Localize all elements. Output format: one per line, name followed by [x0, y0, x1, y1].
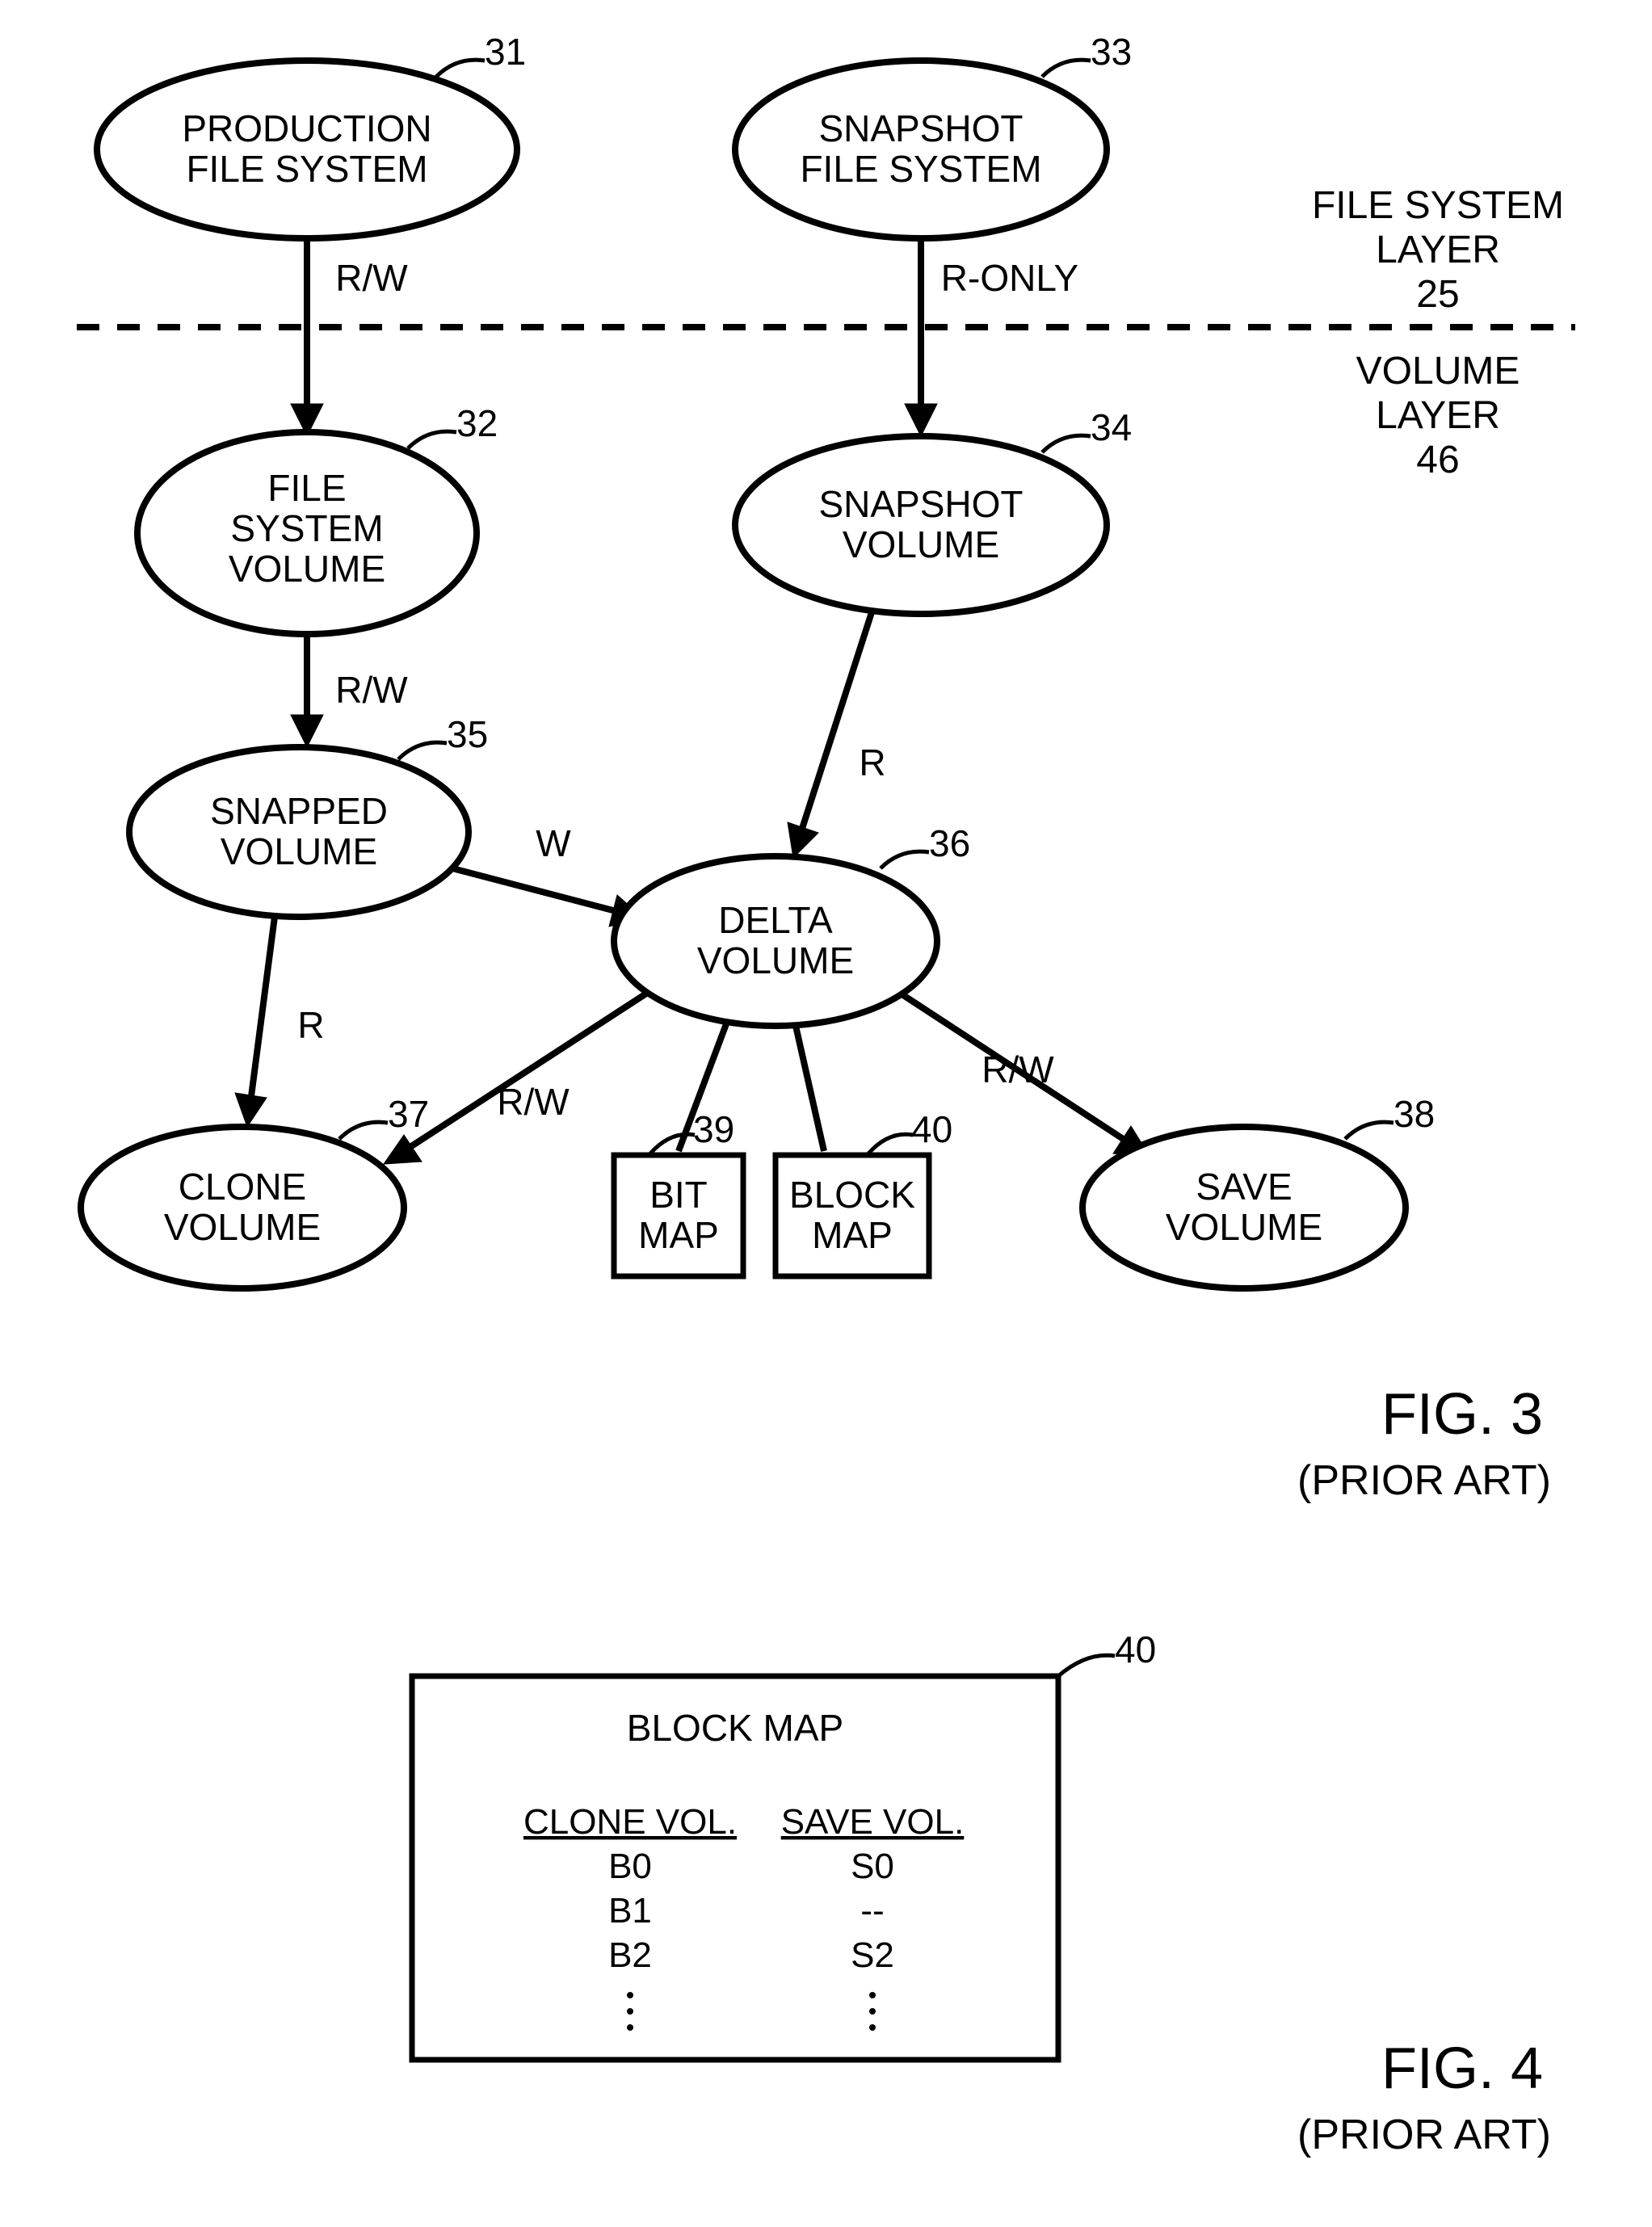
file-system-layer-label: FILE SYSTEM LAYER 25 [1312, 184, 1564, 316]
node-file-system-volume: FILE SYSTEM VOLUME 32 [137, 402, 498, 634]
svg-text:33: 33 [1091, 31, 1132, 73]
svg-text:SAVE VOL.: SAVE VOL. [781, 1802, 965, 1842]
svg-text:(PRIOR ART): (PRIOR ART) [1297, 1457, 1551, 1504]
node-snapshot-file-system: SNAPSHOT FILE SYSTEM 33 [735, 31, 1132, 238]
svg-text:BIT: BIT [649, 1174, 708, 1216]
svg-text:LAYER: LAYER [1376, 394, 1500, 437]
node-clone-volume: CLONE VOLUME 37 [81, 1093, 429, 1288]
svg-text:46: 46 [1416, 439, 1459, 481]
svg-text:W: W [536, 822, 571, 864]
svg-text:R/W: R/W [335, 257, 408, 299]
edge-delta-to-clone: R/W [384, 994, 646, 1164]
block-map-table: 40 BLOCK MAP CLONE VOL. SAVE VOL. B0 S0 … [412, 1628, 1156, 2060]
node-save-volume: SAVE VOLUME 38 [1082, 1093, 1435, 1288]
svg-text:FIG. 4: FIG. 4 [1381, 2036, 1543, 2101]
node-block-map: BLOCK MAP 40 [776, 1108, 952, 1276]
svg-text:VOLUME: VOLUME [229, 548, 385, 590]
svg-text:40: 40 [1115, 1628, 1156, 1670]
svg-text:BLOCK: BLOCK [789, 1174, 915, 1216]
svg-text:R/W: R/W [497, 1081, 570, 1123]
svg-text:38: 38 [1393, 1093, 1435, 1135]
svg-text:VOLUME: VOLUME [221, 830, 377, 872]
svg-text:35: 35 [447, 713, 488, 755]
edge-production-to-fsvolume: R/W [291, 238, 408, 436]
svg-text:VOLUME: VOLUME [697, 939, 854, 981]
edge-fsvolume-to-snapped: R/W [291, 634, 408, 747]
svg-text:VOLUME: VOLUME [1356, 350, 1520, 393]
edge-snapped-to-clone: R [235, 917, 325, 1127]
svg-text:LAYER: LAYER [1376, 229, 1500, 271]
svg-text:S2: S2 [851, 1935, 894, 1975]
fig3-caption: FIG. 3 (PRIOR ART) [1297, 1382, 1551, 1504]
edge-snapshotfs-to-snapshotvol: R-ONLY [905, 238, 1078, 436]
svg-text:36: 36 [929, 822, 970, 864]
svg-text:CLONE VOL.: CLONE VOL. [523, 1802, 737, 1842]
volume-layer-label: VOLUME LAYER 46 [1356, 350, 1520, 481]
svg-text:DELTA: DELTA [718, 899, 833, 941]
svg-text:25: 25 [1416, 273, 1459, 316]
svg-text:VOLUME: VOLUME [1166, 1206, 1322, 1248]
svg-text:S0: S0 [851, 1847, 894, 1886]
svg-text:R: R [859, 742, 885, 784]
svg-text:R/W: R/W [335, 669, 408, 711]
edge-snapped-to-delta: W [452, 822, 645, 927]
svg-text:B0: B0 [608, 1847, 652, 1886]
svg-text:FIG. 3: FIG. 3 [1381, 1382, 1543, 1447]
edge-delta-to-blockmap [796, 1026, 824, 1151]
svg-text:SNAPPED: SNAPPED [210, 790, 388, 832]
svg-text:FILE SYSTEM: FILE SYSTEM [800, 148, 1041, 190]
svg-text:VOLUME: VOLUME [164, 1206, 321, 1248]
svg-text:R: R [297, 1004, 324, 1046]
svg-text:--: -- [860, 1891, 884, 1931]
svg-text:MAP: MAP [812, 1214, 893, 1256]
edge-snapshotvol-to-delta: R [788, 610, 886, 858]
svg-text:34: 34 [1091, 406, 1132, 448]
svg-text:FILE SYSTEM: FILE SYSTEM [186, 148, 427, 190]
svg-text:SNAPSHOT: SNAPSHOT [818, 483, 1023, 525]
svg-text:31: 31 [485, 31, 526, 73]
svg-text:MAP: MAP [638, 1214, 719, 1256]
svg-text:B2: B2 [608, 1935, 652, 1975]
svg-text:SNAPSHOT: SNAPSHOT [818, 107, 1023, 149]
fig4-caption: FIG. 4 (PRIOR ART) [1297, 2036, 1551, 2158]
svg-text:(PRIOR ART): (PRIOR ART) [1297, 2111, 1551, 2158]
node-bit-map: BIT MAP 39 [614, 1108, 743, 1276]
svg-text:SAVE: SAVE [1196, 1166, 1292, 1208]
svg-text:R/W: R/W [982, 1048, 1054, 1090]
svg-text:R-ONLY: R-ONLY [941, 257, 1078, 299]
svg-text:37: 37 [388, 1093, 429, 1135]
svg-text:32: 32 [456, 402, 498, 444]
svg-text:40: 40 [911, 1108, 952, 1150]
svg-text:CLONE: CLONE [179, 1166, 306, 1208]
figure-canvas: FILE SYSTEM LAYER 25 VOLUME LAYER 46 PRO… [0, 0, 1652, 2227]
svg-text:PRODUCTION: PRODUCTION [182, 107, 431, 149]
node-snapshot-volume: SNAPSHOT VOLUME 34 [735, 406, 1132, 614]
svg-text:B1: B1 [608, 1891, 652, 1931]
svg-text:VOLUME: VOLUME [843, 523, 999, 565]
svg-text:SYSTEM: SYSTEM [230, 507, 383, 549]
svg-text:FILE: FILE [267, 467, 346, 509]
svg-text:BLOCK MAP: BLOCK MAP [627, 1707, 843, 1749]
svg-text:39: 39 [693, 1108, 734, 1150]
node-production-file-system: PRODUCTION FILE SYSTEM 31 [97, 31, 526, 238]
svg-text:FILE SYSTEM: FILE SYSTEM [1312, 184, 1564, 227]
